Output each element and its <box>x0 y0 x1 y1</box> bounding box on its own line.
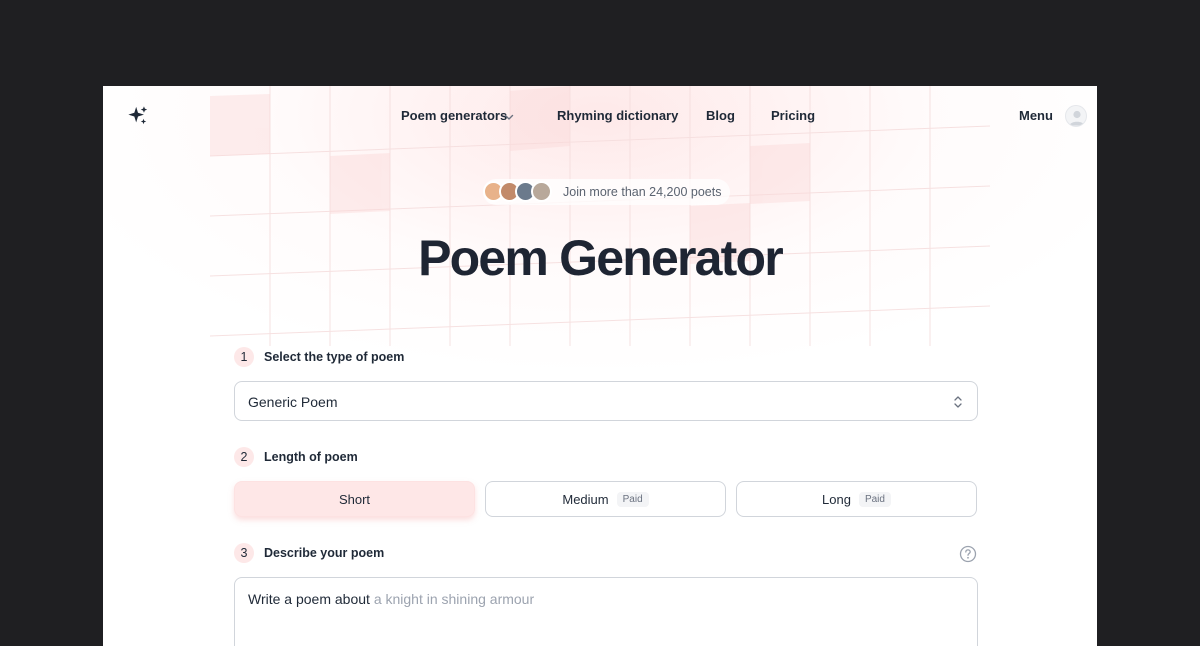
step-number-3: 3 <box>234 543 254 563</box>
nav-blog[interactable]: Blog <box>706 108 735 123</box>
length-medium-button[interactable]: Medium Paid <box>485 481 726 517</box>
poem-type-value: Generic Poem <box>248 394 338 410</box>
user-avatar-icon[interactable] <box>1065 105 1087 127</box>
paid-badge: Paid <box>858 491 891 507</box>
step-number-1: 1 <box>234 347 254 367</box>
length-medium-label: Medium <box>562 491 609 507</box>
poem-description-textarea[interactable]: Write a poem about a knight in shining a… <box>234 577 978 646</box>
length-short-label: Short <box>338 491 371 507</box>
chevron-down-icon[interactable] <box>503 111 515 123</box>
select-updown-icon <box>954 396 962 408</box>
nav-pricing[interactable]: Pricing <box>771 108 815 123</box>
sparkles-icon[interactable] <box>127 105 149 127</box>
length-short-button[interactable]: Short <box>234 481 475 517</box>
poet-avatar-icon <box>531 181 552 202</box>
social-proof-text: Join more than 24,200 poets <box>563 185 722 199</box>
poem-type-select[interactable]: Generic Poem <box>234 381 978 421</box>
nav-rhyming-dictionary[interactable]: Rhyming dictionary <box>557 108 678 123</box>
menu-button[interactable]: Menu <box>1019 108 1053 123</box>
length-long-label: Long <box>822 491 851 507</box>
step-label-length: Length of poem <box>264 450 358 464</box>
nav-poem-generators[interactable]: Poem generators <box>401 108 507 123</box>
social-proof-badge: Join more than 24,200 poets <box>483 179 730 205</box>
step-label-poem-type: Select the type of poem <box>264 350 405 364</box>
page-title: Poem Generator <box>418 230 784 286</box>
step-number-2: 2 <box>234 447 254 467</box>
description-prefix: Write a poem about <box>248 591 370 607</box>
app-window: Poem generators Rhyming dictionary Blog … <box>103 86 1097 646</box>
help-circle-icon[interactable] <box>959 545 977 563</box>
step-label-describe: Describe your poem <box>264 546 385 560</box>
description-text: Write a poem about a knight in shining a… <box>248 591 534 607</box>
paid-badge: Paid <box>616 491 649 507</box>
description-placeholder: a knight in shining armour <box>373 591 535 607</box>
length-long-button[interactable]: Long Paid <box>736 481 977 517</box>
